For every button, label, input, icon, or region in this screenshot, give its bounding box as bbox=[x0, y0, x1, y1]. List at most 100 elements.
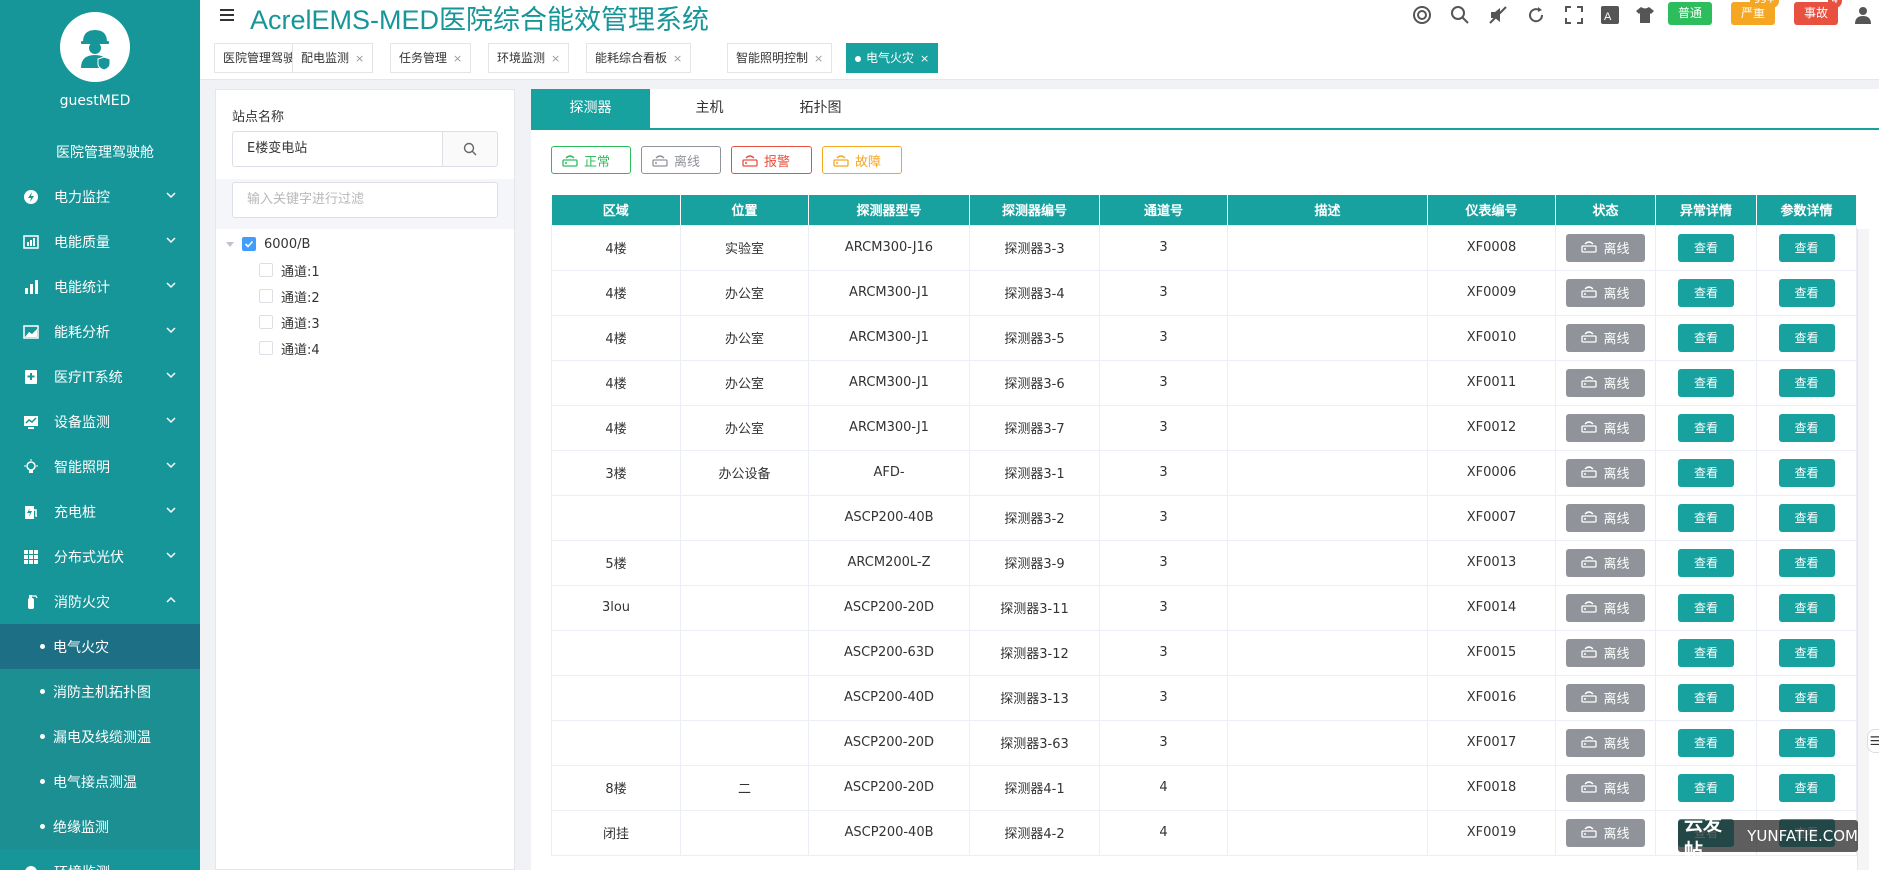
anomaly-view-button[interactable]: 查看 bbox=[1678, 773, 1734, 802]
subtab-host[interactable]: 主机 bbox=[650, 89, 769, 128]
font-size-icon[interactable]: A bbox=[1599, 4, 1621, 26]
sidebar-subitem[interactable]: 消防主机拓扑图 bbox=[0, 669, 200, 714]
sidebar-subitem[interactable]: 漏电及线缆测温 bbox=[0, 714, 200, 759]
param-view-button[interactable]: 查看 bbox=[1778, 323, 1835, 352]
sidebar-item[interactable]: 医疗IT系统 bbox=[0, 354, 200, 399]
sidebar-subitem[interactable]: 电气火灾 bbox=[0, 624, 200, 669]
sidebar-item[interactable]: 电能统计 bbox=[0, 264, 200, 309]
sidebar-item[interactable]: 设备监测 bbox=[0, 399, 200, 444]
anomaly-view-button[interactable]: 查看 bbox=[1678, 683, 1734, 712]
legend-normal-button[interactable]: 正常 bbox=[551, 146, 631, 174]
anomaly-view-button[interactable]: 查看 bbox=[1678, 638, 1734, 667]
refresh-icon[interactable] bbox=[1525, 4, 1547, 26]
anomaly-view-button[interactable]: 查看 bbox=[1678, 548, 1734, 577]
table-row[interactable]: 4楼 实验室 ARCM300-J16 探测器3-3 3 XF0008 离线 查看 查看 bbox=[551, 224, 1857, 271]
anomaly-view-button[interactable]: 查看 bbox=[1678, 458, 1734, 487]
anomaly-view-button[interactable]: 查看 bbox=[1678, 233, 1734, 262]
anomaly-view-button[interactable]: 查看 bbox=[1678, 368, 1734, 397]
fullscreen-icon[interactable] bbox=[1563, 4, 1585, 26]
site-select-input[interactable]: E楼变电站 bbox=[232, 131, 442, 167]
anomaly-view-button[interactable]: 查看 bbox=[1678, 323, 1734, 352]
page-tab[interactable]: 能耗综合看板 × bbox=[586, 43, 692, 73]
sidebar-item[interactable]: 消防火灾 bbox=[0, 579, 200, 624]
close-icon[interactable]: × bbox=[920, 52, 929, 65]
sidebar-item[interactable]: 充电桩 bbox=[0, 489, 200, 534]
param-view-button[interactable]: 查看 bbox=[1778, 413, 1835, 442]
close-icon[interactable]: × bbox=[355, 52, 364, 65]
param-view-button[interactable]: 查看 bbox=[1778, 503, 1835, 532]
page-tab[interactable]: 智能照明控制 × bbox=[727, 43, 833, 73]
legend-fault-button[interactable]: 故障 bbox=[822, 146, 902, 174]
sidebar-item[interactable]: 电能质量 bbox=[0, 219, 200, 264]
page-tab[interactable]: 环境监测 × bbox=[488, 43, 570, 73]
param-view-button[interactable]: 查看 bbox=[1778, 728, 1835, 757]
table-row[interactable]: ASCP200-40B 探测器3-2 3 XF0007 离线 查看 查看 bbox=[551, 494, 1857, 541]
param-view-button[interactable]: 查看 bbox=[1778, 593, 1835, 622]
page-tab[interactable]: 配电监测 × bbox=[292, 43, 374, 73]
tree-filter-input[interactable]: 输入关键字进行过滤 bbox=[232, 182, 498, 218]
badge-accident[interactable]: 事故 4 bbox=[1794, 0, 1843, 25]
table-row[interactable]: ASCP200-63D 探测器3-12 3 XF0015 离线 查看 查看 bbox=[551, 629, 1857, 676]
param-view-button[interactable]: 查看 bbox=[1778, 773, 1835, 802]
tree-node-channel[interactable]: 通道:3 bbox=[259, 311, 320, 333]
param-view-button[interactable]: 查看 bbox=[1778, 683, 1835, 712]
table-row[interactable]: ASCP200-40D 探测器3-13 3 XF0016 离线 查看 查看 bbox=[551, 674, 1857, 721]
close-icon[interactable]: × bbox=[551, 52, 560, 65]
param-view-button[interactable]: 查看 bbox=[1778, 548, 1835, 577]
badge-severe[interactable]: 严重 99+ bbox=[1731, 0, 1780, 25]
theme-shirt-icon[interactable] bbox=[1634, 4, 1656, 26]
legend-alarm-button[interactable]: 报警 bbox=[731, 146, 812, 174]
sidebar-subitem[interactable]: 电气接点测温 bbox=[0, 759, 200, 804]
tree-node-channel[interactable]: 通道:1 bbox=[259, 259, 320, 281]
table-row[interactable]: 5楼 ARCM200L-Z 探测器3-9 3 XF0013 离线 查看 查看 bbox=[551, 539, 1857, 586]
sidebar-item[interactable]: 分布式光伏 bbox=[0, 534, 200, 579]
search-icon[interactable] bbox=[1449, 4, 1471, 26]
user-icon[interactable] bbox=[1852, 4, 1874, 26]
channel-checkbox[interactable] bbox=[259, 315, 273, 329]
side-drawer-handle-icon[interactable]: ☰ bbox=[1867, 729, 1879, 753]
table-row[interactable]: 4楼 办公室 ARCM300-J1 探测器3-6 3 XF0011 离线 查看 查看 bbox=[551, 359, 1857, 406]
param-view-button[interactable]: 查看 bbox=[1778, 638, 1835, 667]
legend-offline-button[interactable]: 离线 bbox=[641, 146, 721, 174]
sidebar-item[interactable]: 电力监控 bbox=[0, 174, 200, 219]
table-row[interactable]: 闭挂ASCP200-40B探测器4-24XF0019离线查看查看 bbox=[551, 809, 1857, 856]
tree-node-root[interactable]: 6000/B bbox=[226, 233, 310, 255]
sidebar-subitem[interactable]: 绝缘监测 bbox=[0, 804, 200, 849]
tree-node-channel[interactable]: 通道:4 bbox=[259, 337, 320, 359]
table-row[interactable]: 3楼 办公设备 AFD- 探测器3-1 3 XF0006 离线 查看 查看 bbox=[551, 449, 1857, 496]
subtab-topology[interactable]: 拓扑图 bbox=[761, 89, 880, 128]
anomaly-view-button[interactable]: 查看 bbox=[1678, 413, 1734, 442]
param-view-button[interactable]: 查看 bbox=[1778, 278, 1835, 307]
param-view-button[interactable]: 查看 bbox=[1778, 233, 1835, 262]
sidebar-item[interactable]: 能耗分析 bbox=[0, 309, 200, 354]
channel-checkbox[interactable] bbox=[259, 263, 273, 277]
avatar[interactable] bbox=[60, 12, 130, 82]
param-view-button[interactable]: 查看 bbox=[1778, 368, 1835, 397]
channel-checkbox[interactable] bbox=[259, 289, 273, 303]
caret-down-icon[interactable] bbox=[226, 241, 234, 247]
page-tab[interactable]: 任务管理 × bbox=[390, 43, 472, 73]
close-icon[interactable]: × bbox=[673, 52, 682, 65]
table-row[interactable]: 4楼 办公室 ARCM300-J1 探测器3-4 3 XF0009 离线 查看 查看 bbox=[551, 269, 1857, 316]
anomaly-view-button[interactable]: 查看 bbox=[1678, 728, 1734, 757]
table-row[interactable]: 4楼 办公室 ARCM300-J1 探测器3-5 3 XF0010 离线 查看 查看 bbox=[551, 314, 1857, 361]
subtab-detector[interactable]: 探测器 bbox=[531, 89, 650, 128]
tree-root-checkbox[interactable] bbox=[242, 237, 256, 251]
close-icon[interactable]: × bbox=[453, 52, 462, 65]
anomaly-view-button[interactable]: 查看 bbox=[1678, 503, 1734, 532]
sidebar-item[interactable]: 智能照明 bbox=[0, 444, 200, 489]
tree-node-channel[interactable]: 通道:2 bbox=[259, 285, 320, 307]
table-row[interactable]: 8楼二 ASCP200-20D 探测器4-1 4 XF0018 离线 查看 查看 bbox=[551, 764, 1857, 811]
close-icon[interactable]: × bbox=[814, 52, 823, 65]
site-search-button[interactable] bbox=[442, 131, 498, 167]
sidebar-item[interactable]: 环境监测 bbox=[0, 849, 200, 870]
table-row[interactable]: 4楼 办公室 ARCM300-J1 探测器3-7 3 XF0012 离线 查看 查看 bbox=[551, 404, 1857, 451]
help-lifebuoy-icon[interactable] bbox=[1411, 4, 1433, 26]
mute-icon[interactable] bbox=[1487, 4, 1509, 26]
anomaly-view-button[interactable]: 查看 bbox=[1678, 278, 1734, 307]
table-row[interactable]: ASCP200-20D 探测器3-63 3 XF0017 离线 查看 查看 bbox=[551, 719, 1857, 766]
channel-checkbox[interactable] bbox=[259, 341, 273, 355]
hamburger-icon[interactable] bbox=[218, 6, 236, 24]
param-view-button[interactable]: 查看 bbox=[1778, 458, 1835, 487]
cockpit-link[interactable]: 医院管理驾驶舱 bbox=[0, 142, 200, 162]
